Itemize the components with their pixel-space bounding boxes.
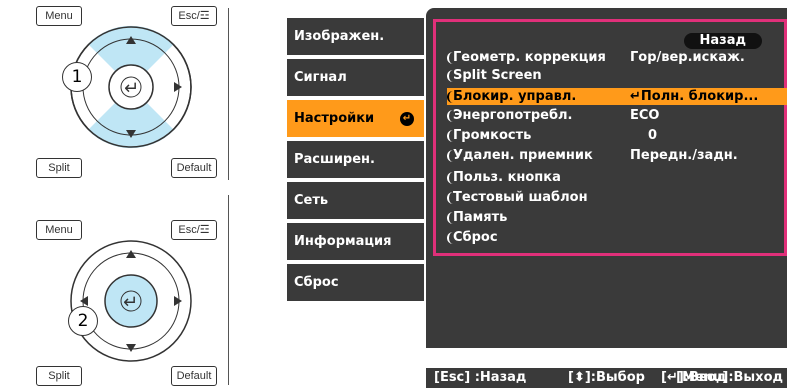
esc-button[interactable]: Esc/☲ xyxy=(171,220,217,240)
separator-line xyxy=(228,8,229,180)
direction-pad[interactable]: ↵ xyxy=(68,238,194,364)
help-select: [⬍]:Выбор xyxy=(568,370,645,385)
setting-row-split-screen[interactable]: Split Screen xyxy=(447,67,787,84)
menu-item-settings[interactable]: Настройки ↵ xyxy=(287,100,424,137)
help-esc: [Esc] :Назад xyxy=(434,370,527,385)
setting-row-power-consumption[interactable]: Энергопотребл. ECO xyxy=(447,107,787,124)
setting-row-volume[interactable]: Громкость 0 xyxy=(447,127,787,144)
remote-step-2: Menu Esc/☲ ↵ 2 Split Default xyxy=(18,220,218,388)
help-bar: [Esc] :Назад [⬍]:Выбор [↵]:Ввод [Menu]:В… xyxy=(426,368,787,388)
help-exit: [Menu]:Выход xyxy=(676,370,783,385)
menu-item-info[interactable]: Информация xyxy=(287,223,424,260)
menu-item-reset[interactable]: Сброс xyxy=(287,264,424,301)
menu-item-network[interactable]: Сеть xyxy=(287,182,424,219)
split-button[interactable]: Split xyxy=(36,366,82,386)
menu-button[interactable]: Menu xyxy=(36,6,82,26)
split-button[interactable]: Split xyxy=(36,158,82,178)
separator-line xyxy=(228,195,229,385)
menu-item-signal[interactable]: Сигнал xyxy=(287,59,424,96)
menu-item-extended[interactable]: Расширен. xyxy=(287,141,424,178)
setting-row-reset[interactable]: Сброс xyxy=(447,229,787,246)
back-button[interactable]: Назад xyxy=(683,33,762,49)
esc-button[interactable]: Esc/☲ xyxy=(171,6,217,26)
enter-icon: ↵ xyxy=(400,112,414,126)
default-button[interactable]: Default xyxy=(171,366,217,386)
step-number-badge: 2 xyxy=(68,306,98,336)
setting-row-control-lock[interactable]: Блокир. управл. ↵Полн. блокир... xyxy=(447,88,787,105)
setting-row-remote-receiver[interactable]: Удален. приемник Передн./задн. xyxy=(447,147,787,164)
menu-button[interactable]: Menu xyxy=(36,220,82,240)
setting-row-memory[interactable]: Память xyxy=(447,209,787,226)
step-number-badge: 1 xyxy=(62,62,92,92)
menu-item-image[interactable]: Изображен. xyxy=(287,18,424,55)
setting-row-keystone[interactable]: Геометр. коррекция Гор/вер.искаж. xyxy=(447,49,787,66)
default-button[interactable]: Default xyxy=(171,158,217,178)
remote-step-1: Menu Esc/☲ ↵ 1 Split Default xyxy=(18,6,218,178)
setting-row-user-button[interactable]: Польз. кнопка xyxy=(447,169,787,186)
setting-row-test-pattern[interactable]: Тестовый шаблон xyxy=(447,189,787,206)
